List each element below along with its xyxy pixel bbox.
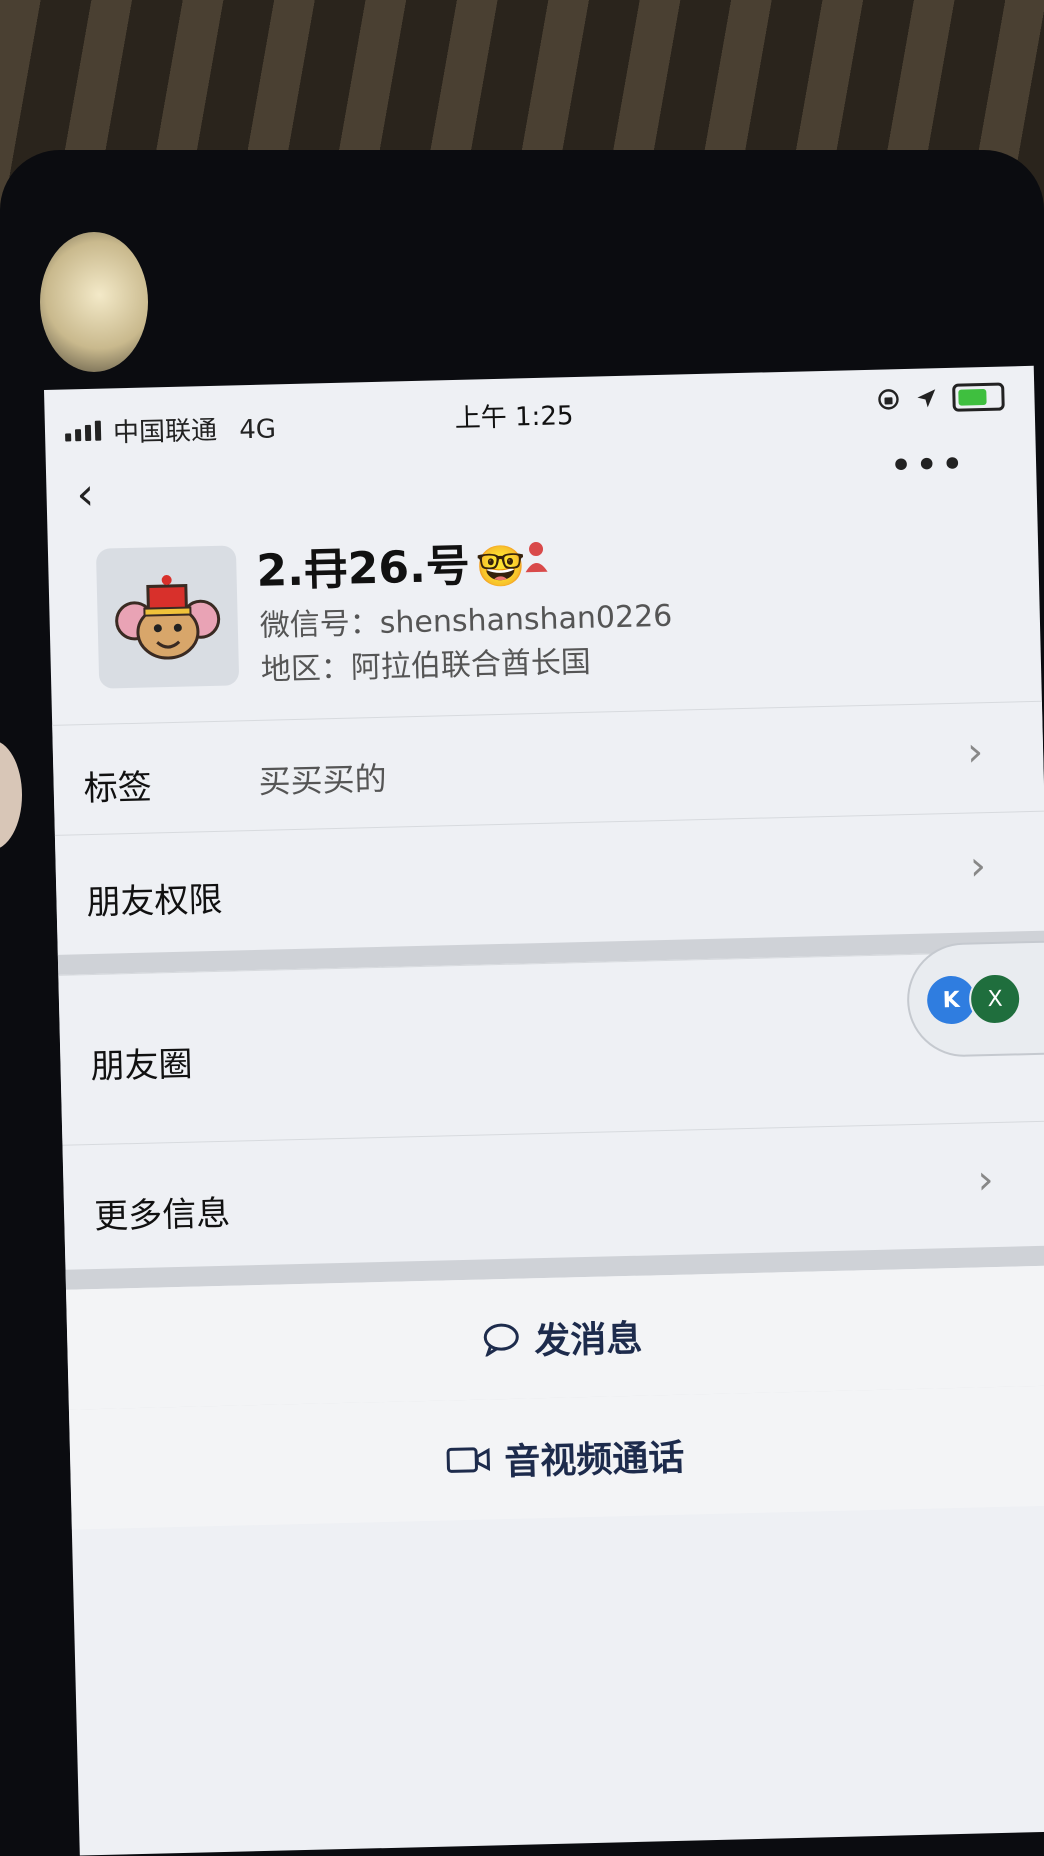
nerd-face-icon: 🤓 — [475, 543, 527, 591]
floating-app-bubble[interactable]: K X — [905, 939, 1044, 1059]
profile-name: 2.冄26.号 🤓 — [256, 528, 527, 599]
gender-female-icon — [525, 542, 548, 573]
mouse-avatar-icon — [115, 575, 221, 660]
carrier-name: 中国联通 — [112, 415, 218, 449]
chevron-right-icon: › — [969, 843, 987, 890]
network-type: 4G — [238, 414, 277, 446]
more-info-label: 更多信息 — [93, 1193, 231, 1238]
chat-bubble-icon — [483, 1323, 519, 1357]
orientation-lock-icon — [878, 389, 899, 410]
row-more-info[interactable]: 更多信息 › — [62, 1120, 1044, 1271]
location-icon — [917, 389, 936, 408]
region: 地区：阿拉伯联合酋长国 — [260, 644, 592, 688]
camera-flash-glare — [40, 232, 148, 372]
chevron-right-icon: › — [977, 1157, 995, 1204]
chevron-right-icon: › — [966, 729, 984, 776]
send-message-label: 发消息 — [533, 1318, 643, 1363]
phone-screen: 中国联通 4G 上午 1:25 ‹ ••• 2.冄26.号 🤓 微信号：shen… — [44, 365, 1044, 1856]
close-icon[interactable]: X — [968, 972, 1022, 1026]
avatar[interactable] — [95, 545, 240, 689]
signal-icon — [65, 420, 102, 442]
row-moments[interactable]: 朋友圈 — [58, 950, 1044, 1146]
profile-header: 2.冄26.号 🤓 微信号：shenshanshan0226 地区：阿拉伯联合酋长… — [48, 516, 1042, 700]
carrier-text: 中国联通 4G — [113, 408, 277, 449]
video-call-label: 音视频通话 — [503, 1437, 685, 1484]
back-icon[interactable]: ‹ — [76, 469, 95, 520]
video-call-button[interactable]: 音视频通话 — [68, 1385, 1044, 1530]
tags-label: 标签 — [83, 767, 153, 810]
more-options-icon[interactable]: ••• — [889, 442, 967, 490]
tags-value: 买买买的 — [258, 759, 388, 801]
status-time: 上午 1:25 — [454, 401, 574, 434]
profile-name-text: 2.冄26.号 — [255, 540, 471, 597]
status-icons — [876, 382, 1005, 414]
video-camera-icon — [446, 1447, 491, 1473]
permissions-label: 朋友权限 — [86, 879, 223, 924]
battery-icon — [952, 382, 1005, 412]
moments-label: 朋友圈 — [90, 1044, 194, 1088]
wechat-id: 微信号：shenshanshan0226 — [259, 598, 673, 644]
